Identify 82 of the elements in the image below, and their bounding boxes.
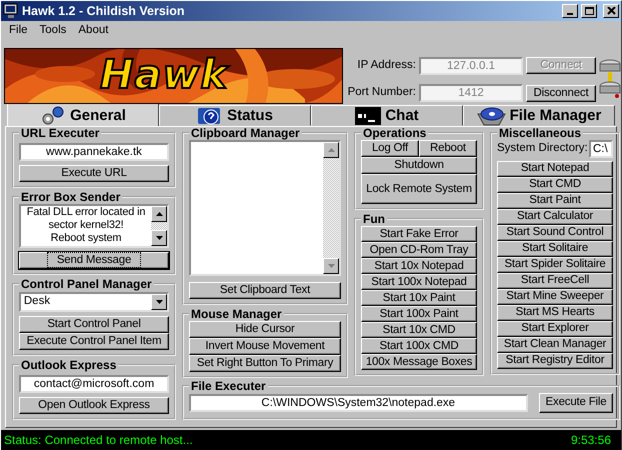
url-field[interactable]: www.pannekake.tk bbox=[19, 142, 169, 161]
clipboard-field[interactable] bbox=[189, 140, 341, 276]
fun-button[interactable]: Start 100x Paint bbox=[361, 306, 477, 322]
group-title: Error Box Sender bbox=[20, 190, 122, 203]
port-number-field[interactable]: 1412 bbox=[419, 84, 523, 102]
misc-button[interactable]: Start Solitaire bbox=[497, 240, 613, 257]
maximize-button[interactable] bbox=[581, 4, 598, 18]
group-title: Operations bbox=[362, 127, 428, 139]
caret-icon bbox=[156, 300, 162, 304]
execute-file-button[interactable]: Execute File bbox=[539, 392, 613, 413]
misc-button[interactable]: Start Spider Solitaire bbox=[497, 256, 613, 273]
window-title: Hawk 1.2 - Childish Version bbox=[22, 4, 186, 18]
group-title: Clipboard Manager bbox=[190, 127, 301, 139]
send-message-button[interactable]: Send Message bbox=[19, 252, 169, 269]
misc-button[interactable]: Start Calculator bbox=[497, 208, 613, 225]
minimize-button[interactable] bbox=[562, 4, 578, 18]
menu-item[interactable]: About bbox=[72, 24, 114, 38]
group-title: Outlook Express bbox=[20, 358, 118, 371]
misc-button[interactable]: Start Mine Sweeper bbox=[497, 288, 613, 305]
misc-button[interactable]: Start Sound Control bbox=[497, 224, 613, 241]
status-time: 9:53:56 bbox=[570, 432, 611, 448]
group-title: File Executer bbox=[190, 380, 267, 392]
group-title: Fun bbox=[362, 213, 386, 225]
fun-button[interactable]: Open CD-Rom Tray bbox=[361, 242, 477, 258]
logo: Hawk bbox=[100, 53, 228, 97]
fun-button[interactable]: Start 10x Notepad bbox=[361, 258, 477, 274]
misc-button[interactable]: Start Registry Editor bbox=[497, 352, 613, 369]
menu-item[interactable]: File bbox=[3, 24, 34, 38]
misc-button[interactable]: Start CMD bbox=[497, 176, 613, 193]
minimize-icon bbox=[567, 13, 574, 15]
fun-button[interactable]: Start Fake Error bbox=[361, 226, 477, 242]
fun-button[interactable]: Start 100x Notepad bbox=[361, 274, 477, 290]
maximize-icon bbox=[584, 6, 594, 16]
execute-url-button[interactable]: Execute URL bbox=[19, 164, 169, 182]
mouse-button[interactable]: Set Right Button To Primary bbox=[189, 355, 341, 372]
group-title: Miscellaneous bbox=[498, 127, 582, 139]
server-icon bbox=[599, 58, 621, 99]
arrow-up-icon bbox=[328, 148, 334, 152]
operation-button[interactable]: Log Off bbox=[361, 140, 419, 157]
status-text: Status: Connected to remote host... bbox=[4, 432, 193, 448]
misc-button[interactable]: Start Explorer bbox=[497, 320, 613, 337]
control-panel-dropdown[interactable]: Desk bbox=[19, 292, 169, 312]
tab[interactable]: File Manager bbox=[463, 105, 615, 126]
misc-button[interactable]: Start Paint bbox=[497, 192, 613, 209]
email-field[interactable]: contact@microsoft.com bbox=[19, 374, 169, 393]
file-path-field[interactable]: C:\WINDOWS\System32\notepad.exe bbox=[189, 394, 528, 412]
set-clipboard-button[interactable]: Set Clipboard Text bbox=[189, 282, 341, 299]
scroll-up-button[interactable] bbox=[323, 142, 339, 158]
group-title: Control Panel Manager bbox=[20, 278, 153, 290]
misc-button[interactable]: Start FreeCell bbox=[497, 272, 613, 289]
app-icon bbox=[3, 3, 19, 19]
operation-button[interactable]: Shutdown bbox=[361, 157, 477, 174]
operation-button[interactable]: Lock Remote System bbox=[361, 174, 477, 204]
fun-button[interactable]: Start 10x CMD bbox=[361, 322, 477, 338]
disconnect-button[interactable]: Disconnect bbox=[526, 84, 596, 102]
fun-button[interactable]: Start 100x CMD bbox=[361, 338, 477, 354]
fun-button[interactable]: Start 10x Paint bbox=[361, 290, 477, 306]
system-directory-field[interactable]: C:\ bbox=[589, 140, 613, 158]
tab[interactable]: General bbox=[7, 103, 159, 127]
ip-address-field[interactable]: 127.0.0.1 bbox=[419, 56, 523, 75]
control-panel-button[interactable]: Execute Control Panel Item bbox=[19, 332, 169, 350]
group-title: Mouse Manager bbox=[190, 308, 283, 320]
mouse-button[interactable]: Invert Mouse Movement bbox=[189, 338, 341, 355]
arrow-down-icon bbox=[328, 264, 334, 268]
operation-button[interactable]: Reboot bbox=[419, 140, 477, 157]
misc-button[interactable]: Start Notepad bbox=[497, 160, 613, 177]
fun-button[interactable]: 100x Message Boxes bbox=[361, 354, 477, 370]
control-panel-button[interactable]: Start Control Panel bbox=[19, 316, 169, 333]
open-outlook-button[interactable]: Open Outlook Express bbox=[19, 396, 169, 414]
ip-address-label: IP Address: bbox=[356, 58, 416, 73]
close-button[interactable] bbox=[603, 4, 619, 18]
mouse-button[interactable]: Hide Cursor bbox=[189, 321, 341, 338]
misc-button[interactable]: Start Clean Manager bbox=[497, 336, 613, 353]
group-title: URL Executer bbox=[20, 127, 100, 139]
close-icon bbox=[606, 6, 616, 16]
port-number-label: Port Number: bbox=[348, 86, 416, 100]
system-directory-label: System Directory: bbox=[497, 142, 588, 156]
scroll-down-button[interactable] bbox=[323, 258, 339, 274]
tab[interactable]: Chat bbox=[311, 105, 463, 126]
menu-item[interactable]: Tools bbox=[34, 24, 72, 38]
tab[interactable]: Status bbox=[159, 105, 311, 126]
misc-button[interactable]: Start MS Hearts bbox=[497, 304, 613, 321]
